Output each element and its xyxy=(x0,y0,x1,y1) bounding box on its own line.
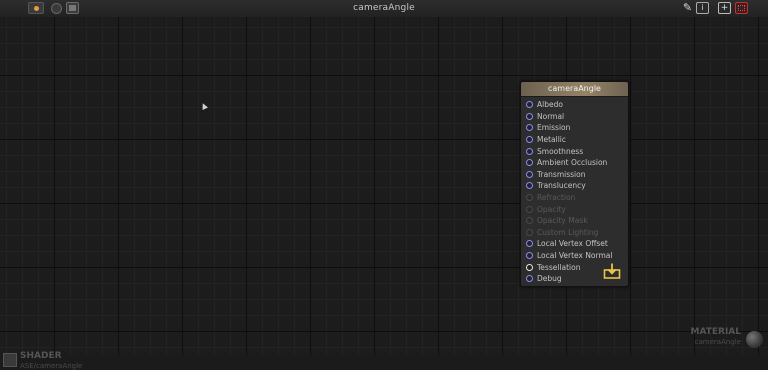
port-smoothness[interactable]: Smoothness xyxy=(521,145,628,157)
port-connector-icon[interactable] xyxy=(526,263,533,271)
port-label: Normal xyxy=(537,111,565,121)
download-icon[interactable] xyxy=(603,262,621,280)
grid-icon[interactable] xyxy=(735,2,748,14)
port-connector-icon xyxy=(526,205,533,213)
shader-label: SHADER xyxy=(20,351,62,361)
port-opacity: Opacity xyxy=(521,203,628,215)
node-graph-canvas[interactable] xyxy=(0,17,768,355)
port-label: Emission xyxy=(537,123,571,133)
output-node[interactable]: cameraAngle Albedo Normal Emission Metal… xyxy=(520,81,629,287)
port-connector-icon[interactable] xyxy=(526,124,533,132)
port-label: Opacity Mask xyxy=(537,216,588,226)
port-connector-icon[interactable] xyxy=(526,275,533,283)
shader-path: ASE/cameraAngle xyxy=(20,362,83,370)
port-opacity-mask: Opacity Mask xyxy=(521,215,628,227)
window-toolbar: cameraAngle ✎ i + xyxy=(0,0,768,18)
port-label: Ambient Occlusion xyxy=(537,158,608,168)
port-label: Local Vertex Offset xyxy=(537,239,608,249)
port-custom-lighting: Custom Lighting xyxy=(521,227,628,239)
port-label: Debug xyxy=(537,274,562,284)
port-local-vertex-offset[interactable]: Local Vertex Offset xyxy=(521,238,628,250)
port-albedo[interactable]: Albedo xyxy=(521,99,628,111)
port-connector-icon[interactable] xyxy=(526,136,533,144)
port-label: Local Vertex Normal xyxy=(537,251,613,261)
port-label: Custom Lighting xyxy=(537,227,599,237)
port-label: Metallic xyxy=(537,135,566,145)
port-local-vertex-normal[interactable]: Local Vertex Normal xyxy=(521,250,628,262)
port-connector-icon xyxy=(526,217,533,225)
port-label: Opacity xyxy=(537,204,566,214)
port-translucency[interactable]: Translucency xyxy=(521,180,628,192)
port-normal[interactable]: Normal xyxy=(521,111,628,123)
port-connector-icon[interactable] xyxy=(526,147,533,155)
port-label: Albedo xyxy=(537,100,563,110)
info-button[interactable]: i xyxy=(696,2,709,14)
paint-brush-icon[interactable]: ✎ xyxy=(681,2,694,14)
port-connector-icon[interactable] xyxy=(526,170,533,178)
port-connector-icon[interactable] xyxy=(526,159,533,167)
port-connector-icon[interactable] xyxy=(526,101,533,109)
port-label: Transmission xyxy=(537,169,586,179)
port-connector-icon[interactable] xyxy=(526,182,533,190)
port-transmission[interactable]: Transmission xyxy=(521,169,628,181)
port-emission[interactable]: Emission xyxy=(521,122,628,134)
port-connector-icon xyxy=(526,194,533,202)
port-label: Smoothness xyxy=(537,146,584,156)
node-ports: Albedo Normal Emission Metallic Smoothne… xyxy=(521,97,628,285)
port-metallic[interactable]: Metallic xyxy=(521,134,628,146)
port-label: Translucency xyxy=(537,181,586,191)
material-preview-icon xyxy=(746,331,763,348)
port-connector-icon[interactable] xyxy=(526,112,533,120)
focus-button[interactable]: + xyxy=(718,2,731,14)
port-label: Tessellation xyxy=(537,262,581,272)
material-label: MATERIAL xyxy=(690,327,742,337)
material-info: MATERIAL cameraAngle xyxy=(680,327,765,351)
port-ambient-occlusion[interactable]: Ambient Occlusion xyxy=(521,157,628,169)
port-connector-icon[interactable] xyxy=(526,252,533,260)
port-refraction: Refraction xyxy=(521,192,628,204)
window-title: cameraAngle xyxy=(353,3,415,13)
port-connector-icon xyxy=(526,228,533,236)
port-label: Refraction xyxy=(537,193,576,203)
node-title[interactable]: cameraAngle xyxy=(521,82,628,97)
material-name: cameraAngle xyxy=(694,338,741,346)
port-connector-icon[interactable] xyxy=(526,240,533,248)
shader-icon xyxy=(3,353,17,367)
